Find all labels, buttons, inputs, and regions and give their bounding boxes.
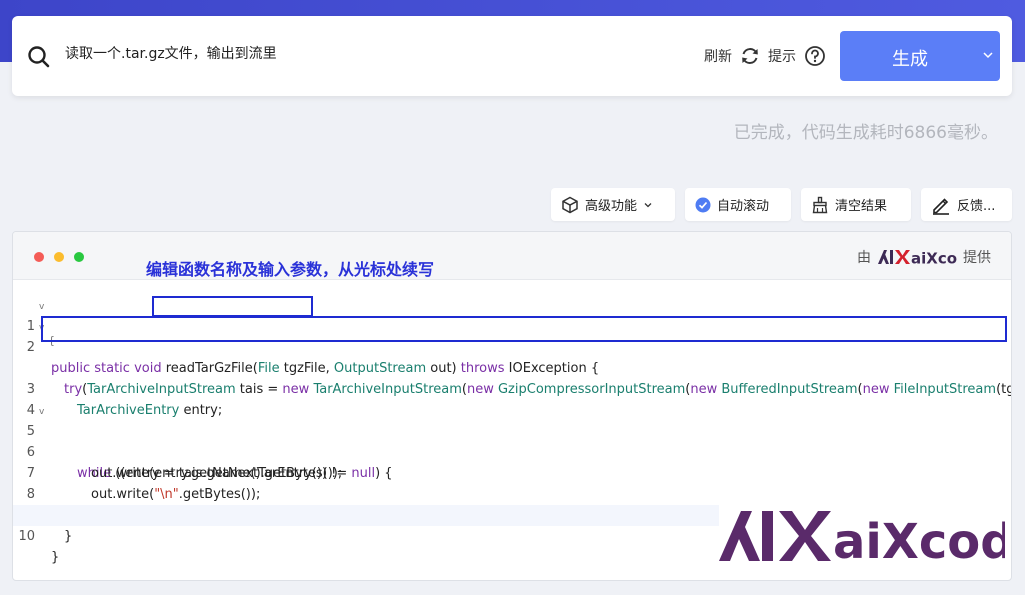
checkbox-checked-icon	[695, 197, 711, 212]
refresh-icon[interactable]	[739, 45, 761, 67]
line-number: 2	[26, 340, 35, 355]
chevron-down-icon	[644, 202, 652, 207]
search-icon[interactable]	[26, 44, 52, 70]
fold-chevron-icon[interactable]: v	[39, 297, 44, 318]
pen-icon	[933, 197, 949, 215]
advanced-features-button[interactable]: 高级功能	[551, 188, 675, 221]
refresh-label[interactable]: 刷新	[704, 46, 732, 66]
hint-label[interactable]: 提示	[768, 46, 796, 66]
advanced-features-label: 高级功能	[585, 199, 638, 214]
aixcoder-logo-lettering: aiXcoder	[911, 250, 957, 267]
code-line[interactable]: 4	[13, 379, 1011, 418]
editor-header: 编辑函数名称及输入参数，从光标处续写 由 aiXcoder 提供	[13, 232, 1011, 280]
code-line[interactable]: 1 v public static void readTarGzFile(Fil…	[13, 295, 1011, 376]
aixcoder-logo: aiXcoder	[719, 511, 1005, 565]
code-line-active[interactable]: 10 }	[13, 505, 719, 565]
editor-hint-text: 编辑函数名称及输入参数，从光标处续写	[146, 260, 435, 279]
provided-by-prefix: 由	[857, 250, 871, 266]
fold-chevron-icon[interactable]: v	[39, 402, 44, 423]
provided-by: 由 aiXcoder 提供	[857, 247, 991, 267]
search-input[interactable]: 读取一个.tar.gz文件，输出到流里	[65, 44, 277, 64]
window-minimize-dot	[54, 252, 64, 262]
generate-label: 生成	[892, 49, 928, 70]
fold-chevron-icon[interactable]: v	[39, 318, 44, 339]
wrapped-brace: {	[48, 334, 55, 347]
window-maximize-dot	[74, 252, 84, 262]
feedback-label: 反馈...	[957, 199, 996, 214]
line-number: 10	[18, 529, 35, 544]
code-line[interactable]: 8 }	[13, 463, 1011, 523]
aixcoder-logo-small: aiXcoder	[878, 250, 957, 267]
code-line[interactable]: 2 v try(TarArchiveInputStream tais = new…	[13, 316, 1011, 397]
aixcoder-logo-lettering: aiXcoder	[833, 514, 1005, 565]
broom-icon	[812, 196, 828, 213]
clear-results-button[interactable]: 清空结果	[801, 188, 911, 221]
feedback-button[interactable]: 反馈...	[921, 188, 1012, 221]
autoscroll-label: 自动滚动	[717, 199, 770, 214]
code-content: }	[51, 550, 60, 565]
generate-button[interactable]: 生成	[840, 31, 1000, 81]
code-line[interactable]: 5 v while ((entry = tais.getNextTarEntry…	[13, 400, 1011, 481]
chevron-down-icon[interactable]	[982, 49, 994, 61]
code-line[interactable]: 6 out.write(entry.getName().getBytes());	[13, 421, 1011, 481]
code-line[interactable]: 9 }	[13, 484, 1011, 544]
window-close-dot	[34, 252, 44, 262]
status-message: 已完成，代码生成耗时6866毫秒。	[733, 123, 998, 143]
help-icon[interactable]	[804, 45, 826, 67]
code-content: }	[64, 529, 73, 544]
code-line[interactable]: 7 out.write("\n".getBytes());	[13, 442, 1011, 502]
search-bar: 读取一个.tar.gz文件，输出到流里 刷新 提示 生成	[12, 16, 1012, 96]
clear-results-label: 清空结果	[835, 199, 888, 214]
autoscroll-toggle[interactable]: 自动滚动	[685, 188, 791, 221]
provided-by-suffix: 提供	[963, 250, 991, 266]
cube-icon	[562, 196, 578, 213]
code-line[interactable]: 3 TarArchiveEntry entry;	[13, 358, 1011, 418]
